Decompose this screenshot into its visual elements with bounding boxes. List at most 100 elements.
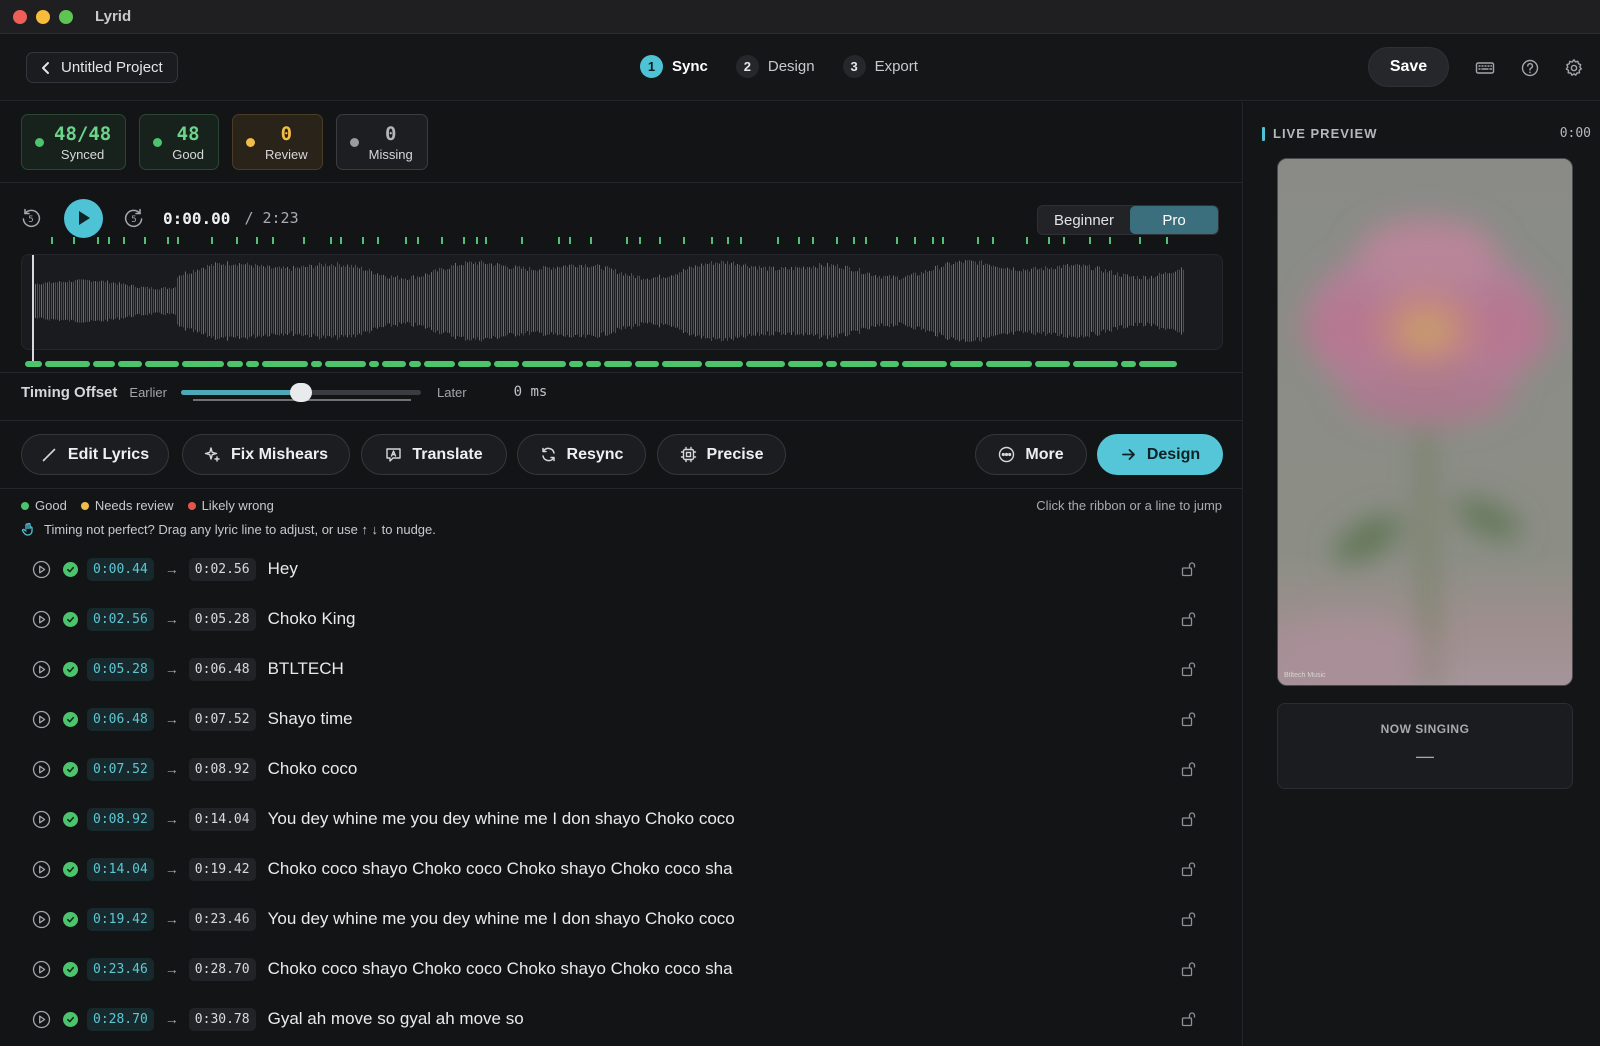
play-line-icon[interactable] — [32, 560, 51, 579]
unlock-icon[interactable] — [1180, 661, 1196, 677]
zoom-window-button[interactable] — [59, 9, 73, 24]
line-end-time[interactable]: 0:14.04 — [188, 807, 256, 831]
save-button[interactable]: Save — [1368, 47, 1449, 87]
line-start-time[interactable]: 0:05.28 — [87, 657, 154, 681]
line-start-time[interactable]: 0:14.04 — [87, 857, 154, 881]
design-next-button[interactable]: Design — [1097, 434, 1223, 475]
player-controls: 5 5 0:00.00 / 2:23 — [20, 196, 299, 240]
line-start-time[interactable]: 0:19.42 — [87, 907, 154, 931]
line-start-time[interactable]: 0:07.52 — [87, 757, 154, 781]
playhead[interactable] — [32, 255, 34, 367]
mode-beginner-button[interactable]: Beginner — [1038, 206, 1130, 234]
slider-thumb[interactable] — [289, 383, 312, 402]
preview-video-frame[interactable]: Btltech Music — [1277, 158, 1573, 686]
sync-tick-marker — [711, 237, 713, 244]
lyric-row[interactable]: 0:02.56 → 0:05.28 Choko King — [21, 594, 1223, 644]
keyboard-icon[interactable] — [1475, 58, 1495, 78]
skip-back-icon[interactable]: 5 — [20, 207, 42, 229]
play-line-icon[interactable] — [32, 860, 51, 879]
play-line-icon[interactable] — [32, 760, 51, 779]
legend-dot — [80, 501, 89, 510]
sync-tick-marker — [569, 237, 571, 244]
translate-button[interactable]: Translate — [361, 434, 507, 475]
help-icon[interactable] — [1520, 58, 1540, 78]
arrow-right-icon: → — [164, 811, 179, 827]
play-button[interactable] — [64, 198, 103, 238]
arrow-right-icon: → — [164, 561, 179, 577]
skip-forward-seconds: 5 — [131, 215, 136, 225]
more-button[interactable]: More — [975, 434, 1087, 475]
unlock-icon[interactable] — [1180, 961, 1196, 977]
waveform-timeline[interactable] — [21, 237, 1223, 367]
lyric-row[interactable]: 0:00.44 → 0:02.56 Hey — [21, 544, 1223, 594]
mode-pro-button[interactable]: Pro — [1130, 206, 1218, 234]
unlock-icon[interactable] — [1180, 711, 1196, 727]
lyric-row[interactable]: 0:28.70 → 0:30.78 Gyal ah move so gyal ah m… — [21, 994, 1223, 1044]
skip-forward-icon[interactable]: 5 — [123, 207, 145, 229]
line-start-time[interactable]: 0:23.46 — [87, 957, 154, 981]
sync-tick-marker — [485, 237, 487, 244]
play-line-icon[interactable] — [32, 1010, 51, 1029]
sync-tick-marker — [417, 237, 419, 244]
line-start-time[interactable]: 0:28.70 — [87, 1007, 154, 1031]
play-line-icon[interactable] — [32, 660, 51, 679]
unlock-icon[interactable] — [1180, 761, 1196, 777]
play-line-icon[interactable] — [32, 610, 51, 629]
unlock-icon[interactable] — [1180, 911, 1196, 927]
line-start-time[interactable]: 0:00.44 — [87, 557, 154, 581]
skip-back-seconds: 5 — [28, 215, 33, 225]
lyric-row[interactable]: 0:23.46 → 0:28.70 Choko coco shayo Choko co… — [21, 944, 1223, 994]
sync-tick-marker — [362, 237, 364, 244]
lyric-row[interactable]: 0:05.28 → 0:06.48 BTLTECH — [21, 644, 1223, 694]
line-end-time[interactable]: 0:08.92 — [188, 757, 256, 781]
lyric-row[interactable]: 0:06.48 → 0:07.52 Shayo time — [21, 694, 1223, 744]
play-line-icon[interactable] — [32, 910, 51, 929]
line-end-time[interactable]: 0:05.28 — [188, 607, 256, 631]
settings-gear-icon[interactable] — [1564, 58, 1584, 78]
line-start-time[interactable]: 0:08.92 — [87, 807, 154, 831]
mode-toggle: Beginner Pro — [1037, 205, 1219, 235]
lyric-row[interactable]: 0:14.04 → 0:19.42 Choko coco shayo Choko co… — [21, 844, 1223, 894]
line-end-time[interactable]: 0:23.46 — [188, 907, 256, 931]
resync-button[interactable]: Resync — [517, 434, 646, 475]
good-status-icon — [63, 661, 78, 677]
line-ribbon[interactable] — [25, 361, 1177, 367]
line-end-time[interactable]: 0:07.52 — [188, 707, 256, 731]
minimize-window-button[interactable] — [36, 9, 50, 24]
step-design[interactable]: 2 Design — [735, 55, 815, 78]
waveform[interactable] — [21, 237, 1223, 367]
edit-lyrics-button[interactable]: Edit Lyrics — [21, 434, 169, 475]
fix-mishears-button[interactable]: Fix Mishears — [182, 434, 350, 475]
unlock-icon[interactable] — [1180, 611, 1196, 627]
line-end-time[interactable]: 0:30.78 — [188, 1007, 256, 1031]
line-end-time[interactable]: 0:06.48 — [188, 657, 256, 681]
lyric-row[interactable]: 0:08.92 → 0:14.04 You dey whine me you dey … — [21, 794, 1223, 844]
line-end-time[interactable]: 0:19.42 — [188, 857, 256, 881]
play-line-icon[interactable] — [32, 710, 51, 729]
unlock-icon[interactable] — [1180, 561, 1196, 577]
precise-button[interactable]: Precise — [657, 434, 786, 475]
back-to-projects-button[interactable]: Untitled Project — [26, 52, 178, 83]
lyric-row[interactable]: 0:19.42 → 0:23.46 You dey whine me you dey … — [21, 894, 1223, 944]
timing-offset-slider[interactable] — [180, 382, 421, 402]
divider — [0, 372, 1243, 373]
line-start-time[interactable]: 0:02.56 — [87, 607, 154, 631]
play-line-icon[interactable] — [32, 810, 51, 829]
step-export[interactable]: 3 Export — [842, 55, 918, 78]
line-end-time[interactable]: 0:02.56 — [188, 557, 256, 581]
sync-tick-marker — [932, 237, 934, 244]
unlock-icon[interactable] — [1180, 1011, 1196, 1027]
lyric-row[interactable]: 0:07.52 → 0:08.92 Choko coco — [21, 744, 1223, 794]
close-window-button[interactable] — [13, 9, 27, 24]
sync-tick-marker — [256, 237, 258, 244]
sync-tick-marker — [1139, 237, 1141, 244]
line-end-time[interactable]: 0:28.70 — [188, 957, 256, 981]
step-label: Sync — [672, 58, 708, 75]
play-line-icon[interactable] — [32, 960, 51, 979]
unlock-icon[interactable] — [1180, 811, 1196, 827]
unlock-icon[interactable] — [1180, 861, 1196, 877]
step-sync[interactable]: 1 Sync — [640, 55, 708, 78]
button-label: Edit Lyrics — [67, 445, 150, 463]
stat-missing: 0 Missing — [335, 114, 428, 170]
line-start-time[interactable]: 0:06.48 — [87, 707, 154, 731]
